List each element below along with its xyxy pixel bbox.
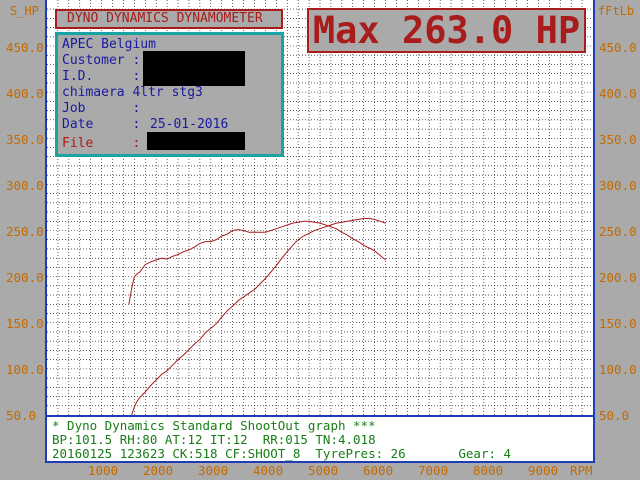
x-tick-label: 4000 bbox=[253, 463, 284, 478]
x-tick-label: 7000 bbox=[418, 463, 449, 478]
max-power-readout: Max 263.0 HP bbox=[307, 8, 586, 53]
left-tick-label: 50.0 bbox=[6, 408, 37, 423]
job-label: Job : bbox=[62, 101, 141, 116]
date-value: 25-01-2016 bbox=[150, 117, 229, 132]
left-tick-label: 100.0 bbox=[6, 362, 44, 377]
x-tick-label: 8000 bbox=[473, 463, 504, 478]
left-tick-label: 400.0 bbox=[6, 86, 44, 101]
company-name: APEC Belgium bbox=[62, 37, 156, 52]
customer-redacted bbox=[143, 51, 245, 69]
left-tick-label: 250.0 bbox=[6, 224, 44, 239]
rpm-axis-label: RPM bbox=[570, 463, 593, 478]
x-tick-label: 1000 bbox=[88, 463, 119, 478]
left-tick-label: 450.0 bbox=[6, 40, 44, 55]
footer-run-details: 20160125 123623 CK:518 CF:SHOOT_8 TyrePr… bbox=[52, 446, 512, 461]
id-label: I.D. : bbox=[62, 69, 141, 84]
right-tick-label: 50.0 bbox=[599, 408, 630, 423]
right-tick-label: 450.0 bbox=[599, 40, 637, 55]
footer-conditions: BP:101.5 RH:80 AT:12 IT:12 RR:015 TN:4.0… bbox=[52, 432, 376, 447]
right-axis-label: fFtLb bbox=[598, 4, 635, 18]
x-tick-label: 6000 bbox=[363, 463, 394, 478]
x-tick-label: 3000 bbox=[198, 463, 229, 478]
id-redacted bbox=[143, 69, 245, 86]
right-tick-label: 200.0 bbox=[599, 270, 637, 285]
x-tick-label: 9000 bbox=[528, 463, 559, 478]
customer-label: Customer : bbox=[62, 53, 141, 68]
footer-graph-type: * Dyno Dynamics Standard ShootOut graph … bbox=[52, 418, 376, 433]
left-axis-label: S_HP bbox=[10, 4, 39, 18]
left-tick-label: 200.0 bbox=[6, 270, 44, 285]
right-tick-label: 350.0 bbox=[599, 132, 637, 147]
right-tick-label: 250.0 bbox=[599, 224, 637, 239]
date-label: Date : bbox=[62, 117, 141, 132]
left-tick-label: 350.0 bbox=[6, 132, 44, 147]
right-tick-label: 100.0 bbox=[599, 362, 637, 377]
right-tick-label: 150.0 bbox=[599, 316, 637, 331]
series-line-0 bbox=[131, 218, 386, 416]
file-label: File : bbox=[62, 136, 141, 151]
right-tick-label: 400.0 bbox=[599, 86, 637, 101]
left-tick-label: 150.0 bbox=[6, 316, 44, 331]
left-tick-label: 300.0 bbox=[6, 178, 44, 193]
right-tick-label: 300.0 bbox=[599, 178, 637, 193]
file-redacted bbox=[147, 132, 245, 150]
vehicle-name: chimaera 4ltr stg3 bbox=[62, 85, 203, 100]
x-tick-label: 2000 bbox=[143, 463, 174, 478]
x-tick-label: 5000 bbox=[308, 463, 339, 478]
run-parameters-footer: * Dyno Dynamics Standard ShootOut graph … bbox=[45, 415, 595, 463]
dyno-title-box: DYNO DYNAMICS DYNAMOMETER bbox=[55, 9, 283, 29]
run-info-box: APEC Belgium Customer : I.D. : chimaera … bbox=[55, 32, 284, 157]
